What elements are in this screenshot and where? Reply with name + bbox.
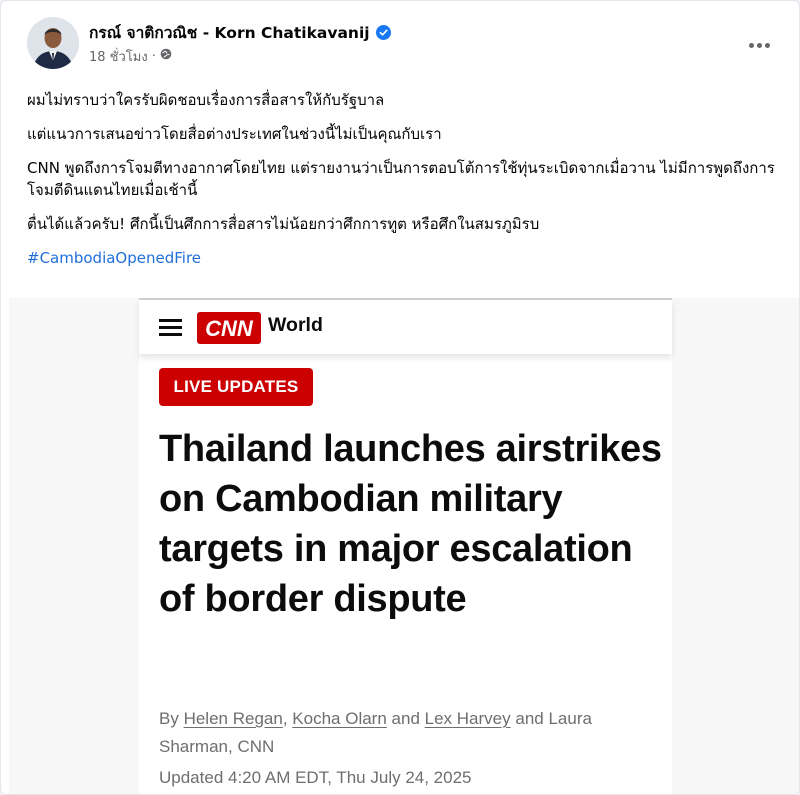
post-text: ผมไม่ทราบว่าใครรับผิดชอบเรื่องการสื่อสาร…	[27, 89, 787, 281]
author-line: กรณ์ จาติกวณิช - Korn Chatikavanij	[89, 21, 391, 43]
byline-author: Helen Regan	[183, 709, 283, 728]
byline-separator: ,	[227, 737, 233, 756]
post-header: กรณ์ จาติกวณิช - Korn Chatikavanij 18 ชั…	[27, 17, 777, 75]
article-headline: Thailand launches airstrikes on Cambodia…	[159, 428, 662, 620]
author-name-link[interactable]: กรณ์ จาติกวณิช - Korn Chatikavanij	[89, 20, 370, 45]
article-byline: By Helen Regan, Kocha Olarn and Lex Harv…	[159, 705, 639, 761]
avatar-portrait-icon	[27, 17, 79, 69]
hamburger-menu-icon	[159, 319, 182, 336]
meta-separator: ·	[151, 48, 156, 64]
cnn-nav-bar: CNN World	[139, 300, 672, 354]
article-updated-time: Updated 4:20 AM EDT, Thu July 24, 2025	[159, 768, 472, 787]
byline-author: Kocha Olarn	[292, 709, 387, 728]
cnn-logo: CNN	[197, 312, 261, 344]
byline-prefix: By	[159, 709, 179, 728]
post-timestamp-link[interactable]: 18 ชั่วโมง	[89, 46, 148, 67]
byline-separator: ,	[282, 709, 288, 728]
post-paragraph: ตื่นได้แล้วครับ! ศึกนี้เป็นศึกการสื่อสาร…	[27, 215, 540, 233]
byline-conjunction: and	[391, 709, 420, 728]
byline-outlet: CNN	[237, 737, 275, 756]
post-paragraph: แต่แนวการเสนอข่าวโดยสื่อต่างประเทศในช่วง…	[27, 125, 442, 143]
more-options-icon[interactable]	[741, 27, 777, 63]
post-paragraph: ผมไม่ทราบว่าใครรับผิดชอบเรื่องการสื่อสาร…	[27, 91, 385, 109]
author-block: กรณ์ จาติกวณิช - Korn Chatikavanij 18 ชั…	[89, 21, 391, 65]
cnn-article-screenshot: CNN World LIVE UPDATES Thailand launches…	[139, 298, 672, 794]
verified-badge-icon	[375, 24, 391, 40]
globe-icon	[160, 48, 172, 64]
facebook-post: กรณ์ จาติกวณิช - Korn Chatikavanij 18 ชั…	[0, 0, 800, 795]
section-name: World	[268, 314, 323, 336]
svg-text:CNN: CNN	[205, 316, 254, 341]
byline-conjunction: and	[515, 709, 544, 728]
hashtag-paragraph: #CambodiaOpenedFire	[27, 247, 787, 269]
hashtag-link[interactable]: #CambodiaOpenedFire	[27, 249, 201, 267]
live-updates-badge: LIVE UPDATES	[159, 368, 313, 406]
post-paragraph: CNN พูดถึงการโจมตีทางอากาศโดยไทย แต่รายง…	[27, 159, 775, 199]
post-image[interactable]: CNN World LIVE UPDATES Thailand launches…	[9, 298, 799, 794]
byline-author: Lex Harvey	[424, 709, 511, 728]
author-avatar[interactable]	[27, 17, 79, 69]
post-meta: 18 ชั่วโมง ·	[89, 47, 391, 65]
